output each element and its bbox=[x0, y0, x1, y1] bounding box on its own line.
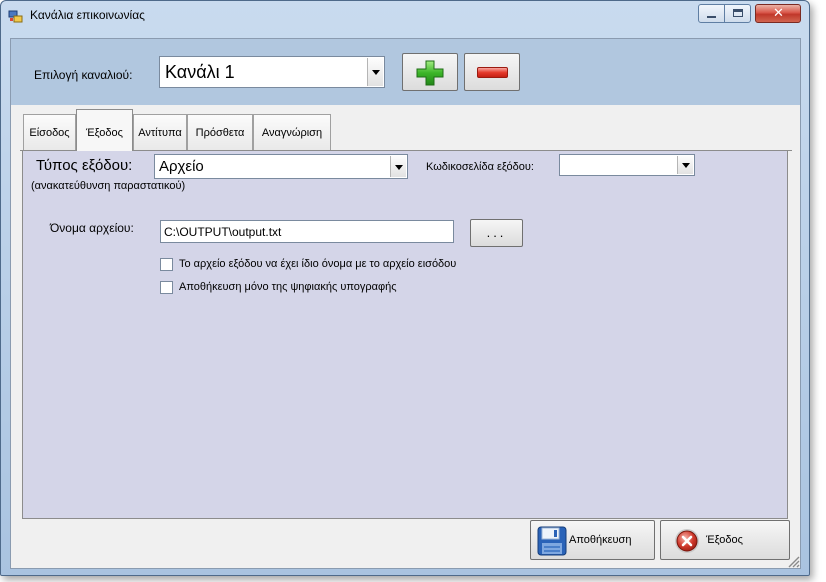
output-tab-page: Τύπος εξόδου: Αρχείο (ανακατεύθυνση παρα… bbox=[22, 151, 788, 519]
minimize-button[interactable] bbox=[698, 4, 725, 23]
exit-label: Έξοδος bbox=[706, 534, 743, 546]
codepage-label: Κωδικοσελίδα εξόδου: bbox=[426, 161, 534, 173]
same-name-label: Το αρχείο εξόδου να έχει ίδιο όνομα με τ… bbox=[179, 258, 457, 270]
title-bar[interactable]: Κανάλια επικοινωνίας ✕ bbox=[1, 1, 809, 29]
chevron-down-icon[interactable] bbox=[677, 156, 693, 174]
save-button[interactable]: Αποθήκευση bbox=[530, 520, 655, 560]
tab-input[interactable]: Είσοδος bbox=[23, 114, 76, 150]
tab-addons[interactable]: Πρόσθετα bbox=[187, 114, 253, 150]
app-icon bbox=[8, 10, 23, 23]
maximize-button[interactable] bbox=[724, 4, 751, 23]
channel-value: Κανάλι 1 bbox=[165, 62, 235, 82]
app-window: Κανάλια επικοινωνίας ✕ Επιλογή καναλιού:… bbox=[0, 0, 810, 576]
minus-icon bbox=[477, 67, 508, 78]
window-title: Κανάλια επικοινωνίας bbox=[30, 8, 145, 22]
browse-button[interactable]: ... bbox=[470, 219, 523, 247]
channel-label: Επιλογή καναλιού: bbox=[34, 68, 133, 82]
chevron-down-icon[interactable] bbox=[390, 156, 406, 177]
client-area: Επιλογή καναλιού: Κανάλι 1 Είσοδος Έξοδο… bbox=[10, 38, 801, 569]
minimize-icon bbox=[707, 16, 716, 18]
same-name-checkbox[interactable] bbox=[160, 258, 173, 271]
close-icon: ✕ bbox=[773, 6, 784, 21]
remove-channel-button[interactable] bbox=[464, 53, 520, 91]
tab-output[interactable]: Έξοδος bbox=[76, 109, 133, 151]
maximize-icon bbox=[733, 9, 743, 17]
plus-icon bbox=[416, 60, 444, 86]
floppy-disk-icon bbox=[537, 526, 567, 556]
channel-select[interactable]: Κανάλι 1 bbox=[159, 56, 385, 88]
output-type-label: Τύπος εξόδου: bbox=[36, 157, 133, 174]
signature-only-label: Αποθήκευση μόνο της ψηφιακής υπογραφής bbox=[179, 281, 397, 293]
add-channel-button[interactable] bbox=[402, 53, 458, 91]
codepage-select[interactable] bbox=[559, 154, 695, 176]
signature-only-checkbox[interactable] bbox=[160, 281, 173, 294]
channel-panel: Επιλογή καναλιού: Κανάλι 1 bbox=[11, 39, 800, 105]
close-button[interactable]: ✕ bbox=[755, 4, 801, 23]
chevron-down-icon[interactable] bbox=[367, 58, 383, 86]
cancel-icon bbox=[675, 529, 699, 553]
tab-control: Είσοδος Έξοδος Αντίτυπα Πρόσθετα Αναγνώρ… bbox=[20, 108, 792, 553]
output-type-select[interactable]: Αρχείο bbox=[154, 154, 408, 179]
filename-label: Όνομα αρχείου: bbox=[50, 221, 134, 235]
tab-copies[interactable]: Αντίτυπα bbox=[133, 114, 187, 150]
output-type-sublabel: (ανακατεύθυνση παραστατικού) bbox=[31, 180, 186, 192]
output-type-value: Αρχείο bbox=[159, 158, 204, 175]
exit-button[interactable]: Έξοδος bbox=[660, 520, 790, 560]
filename-input[interactable]: C:\OUTPUT\output.txt bbox=[160, 220, 454, 243]
resize-grip-icon[interactable] bbox=[786, 554, 800, 568]
save-label: Αποθήκευση bbox=[569, 534, 632, 546]
tab-recognition[interactable]: Αναγνώριση bbox=[253, 114, 331, 150]
